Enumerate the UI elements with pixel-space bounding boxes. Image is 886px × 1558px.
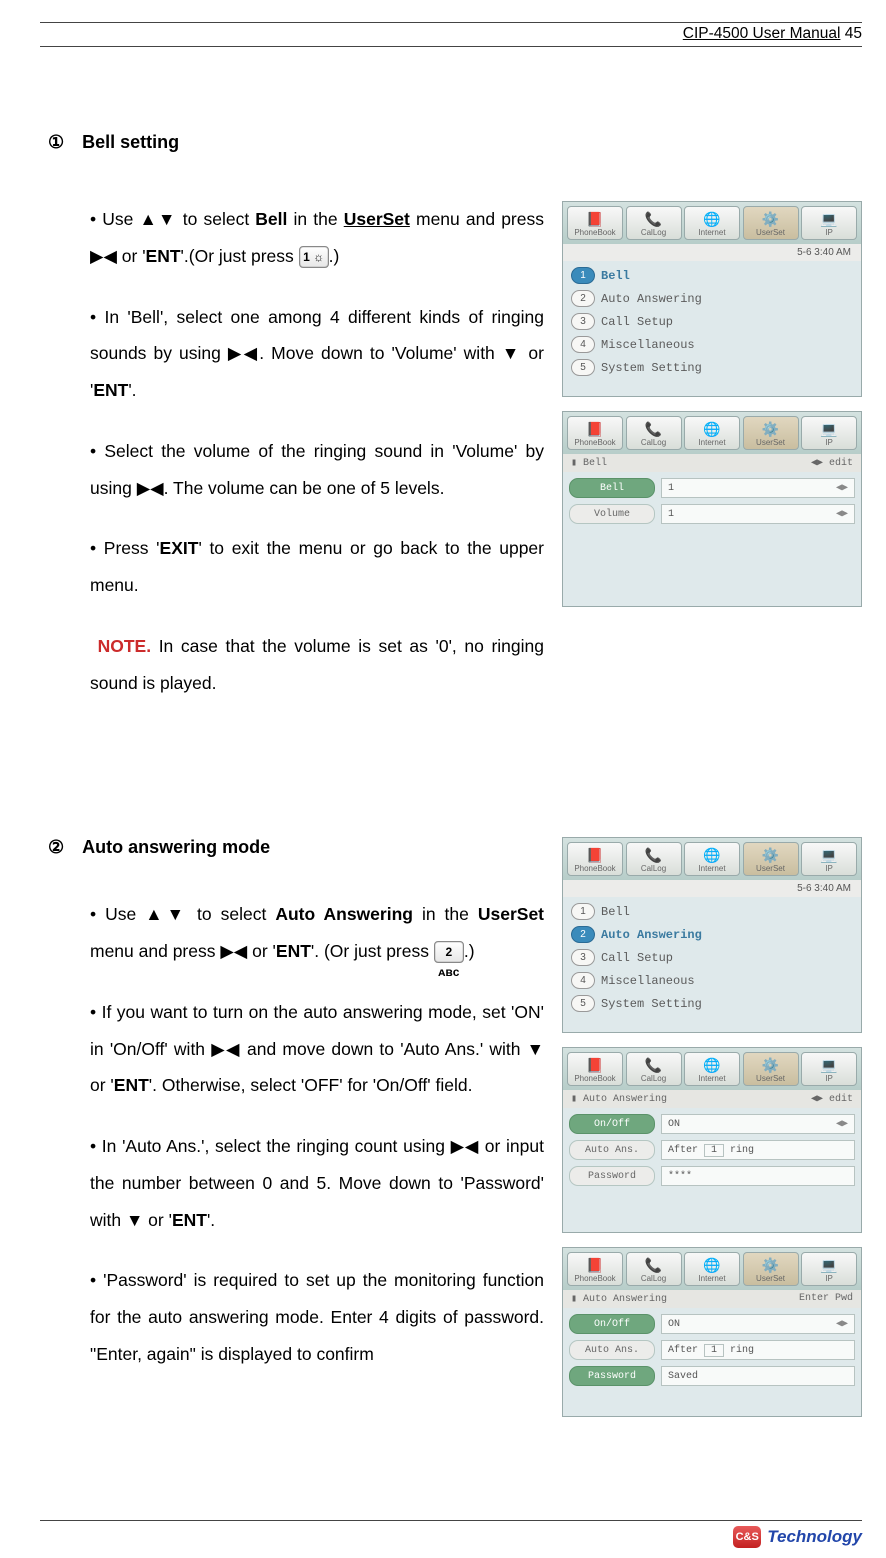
note-label: NOTE.: [98, 636, 151, 656]
phone-icon: 📞: [645, 211, 662, 228]
list-item: 1Bell: [571, 267, 853, 284]
list-item: 2Auto Answering: [571, 926, 853, 943]
spinner-icon: ◀▶: [836, 1318, 848, 1330]
list-item: 5System Setting: [571, 359, 853, 376]
book-icon: 📕: [586, 847, 603, 864]
page-number: 45: [845, 25, 862, 42]
circled-1-icon: ①: [48, 132, 64, 153]
list-item: 4Miscellaneous: [571, 336, 853, 353]
screenshot-autoans-password: 📕PhoneBook 📞CalLog 🌐Internet ⚙️UserSet 💻…: [562, 1247, 862, 1417]
spinner-icon: ◀▶: [836, 1118, 848, 1130]
section-1-title: Bell setting: [82, 132, 179, 153]
section-2-heading: ② Auto answering mode: [48, 837, 544, 858]
book-icon: 📕: [586, 1257, 603, 1274]
globe-icon: 🌐: [703, 211, 720, 228]
gear-icon: ⚙️: [762, 1057, 779, 1074]
section-2-title: Auto answering mode: [82, 837, 270, 858]
key-1-icon: 1 ☼: [299, 246, 329, 268]
screenshot-userset-menu-bell: 📕PhoneBook 📞CalLog 🌐Internet ⚙️UserSet 💻…: [562, 201, 862, 397]
list-item: 3Call Setup: [571, 313, 853, 330]
tab-ip: 💻IP: [801, 206, 857, 240]
field-password: Password Saved: [569, 1366, 855, 1386]
book-icon: 📕: [586, 421, 603, 438]
spinner-icon: ◀▶: [836, 508, 848, 520]
list-item: 2Auto Answering: [571, 290, 853, 307]
status-time: 5-6 3:40 AM: [563, 880, 861, 897]
phone-icon: 📞: [645, 1057, 662, 1074]
section-1-body: • Use ▲▼ to select Bell in the UserSet m…: [90, 201, 544, 701]
globe-icon: 🌐: [703, 1057, 720, 1074]
gear-icon: ⚙️: [762, 847, 779, 864]
screenshot-autoans-edit: 📕PhoneBook 📞CalLog 🌐Internet ⚙️UserSet 💻…: [562, 1047, 862, 1233]
page-footer: C&S Technology: [40, 1520, 862, 1548]
ip-icon: 💻: [820, 421, 837, 438]
gear-icon: ⚙️: [762, 211, 779, 228]
section-2-body: • Use ▲▼ to select Auto Answering in the…: [90, 896, 544, 1372]
field-bell: Bell 1◀▶: [569, 478, 855, 498]
globe-icon: 🌐: [703, 847, 720, 864]
ip-icon: 💻: [820, 1257, 837, 1274]
section-1-heading: ① Bell setting: [48, 132, 862, 153]
screenshot-userset-menu-autoans: 📕PhoneBook 📞CalLog 🌐Internet ⚙️UserSet 💻…: [562, 837, 862, 1033]
screenshot-bell-edit: 📕PhoneBook 📞CalLog 🌐Internet ⚙️UserSet 💻…: [562, 411, 862, 607]
manual-title: CIP-4500 User Manual: [683, 25, 841, 42]
book-icon: 📕: [586, 211, 603, 228]
field-password: Password ****: [569, 1166, 855, 1186]
page-header: CIP-4500 User Manual 45: [40, 25, 862, 47]
phone-icon: 📞: [645, 847, 662, 864]
ip-icon: 💻: [820, 847, 837, 864]
status-time: 5-6 3:40 AM: [563, 244, 861, 261]
tab-callog: 📞CalLog: [626, 206, 682, 240]
gear-icon: ⚙️: [762, 1257, 779, 1274]
globe-icon: 🌐: [703, 421, 720, 438]
spinner-icon: ◀▶: [836, 482, 848, 494]
globe-icon: 🌐: [703, 1257, 720, 1274]
tab-userset: ⚙️UserSet: [743, 206, 799, 240]
circled-2-icon: ②: [48, 837, 64, 858]
list-item: 3Call Setup: [571, 949, 853, 966]
field-autoans: Auto Ans. After1ring: [569, 1140, 855, 1160]
tab-internet: 🌐Internet: [684, 206, 740, 240]
list-item: 4Miscellaneous: [571, 972, 853, 989]
tab-phonebook: 📕PhoneBook: [567, 206, 623, 240]
key-2-icon: 2 ᴀʙᴄ: [434, 941, 464, 963]
field-onoff: On/Off ON◀▶: [569, 1314, 855, 1334]
brand-badge: C&S: [733, 1526, 761, 1548]
phone-icon: 📞: [645, 421, 662, 438]
field-volume: Volume 1◀▶: [569, 504, 855, 524]
field-autoans: Auto Ans. After1ring: [569, 1340, 855, 1360]
book-icon: 📕: [586, 1057, 603, 1074]
list-item: 5System Setting: [571, 995, 853, 1012]
ip-icon: 💻: [820, 211, 837, 228]
list-item: 1Bell: [571, 903, 853, 920]
ip-icon: 💻: [820, 1057, 837, 1074]
phone-icon: 📞: [645, 1257, 662, 1274]
brand-text: Technology: [767, 1527, 862, 1547]
field-onoff: On/Off ON◀▶: [569, 1114, 855, 1134]
gear-icon: ⚙️: [762, 421, 779, 438]
